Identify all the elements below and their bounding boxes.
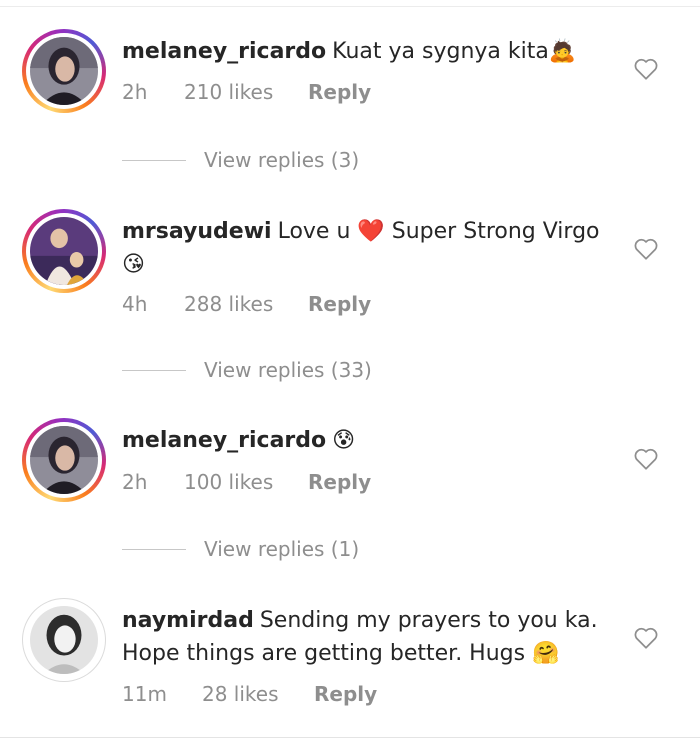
timestamp: 4h xyxy=(122,292,148,316)
comment-text: melaney_ricardo 😰 xyxy=(122,424,622,457)
view-replies-label: View replies (33) xyxy=(204,358,372,382)
heart-outline-icon[interactable] xyxy=(633,447,659,471)
bottom-divider xyxy=(0,737,700,738)
avatar-story-ring[interactable] xyxy=(22,418,106,502)
replies-divider xyxy=(122,159,186,161)
reply-button[interactable]: Reply xyxy=(308,292,371,316)
avatar-image xyxy=(30,426,98,494)
avatar-image xyxy=(30,37,98,105)
view-replies-button[interactable]: View replies (1) xyxy=(122,537,359,561)
avatar xyxy=(30,37,98,105)
comment-meta: 11m 28 likes Reply xyxy=(122,682,377,706)
comment-meta: 2h 210 likes Reply xyxy=(122,80,371,104)
avatar-image xyxy=(30,217,98,285)
avatar-story-ring[interactable] xyxy=(22,29,106,113)
replies-divider xyxy=(122,548,186,550)
comment-text: melaney_ricardo Kuat ya sygnya kita🙇 xyxy=(122,35,622,68)
avatar xyxy=(30,217,98,285)
top-divider xyxy=(0,6,700,7)
comment-meta: 2h 100 likes Reply xyxy=(122,470,371,494)
heart-outline-icon[interactable] xyxy=(633,237,659,261)
timestamp: 2h xyxy=(122,470,148,494)
timestamp: 11m xyxy=(122,682,167,706)
likes-count[interactable]: 288 likes xyxy=(184,292,308,316)
avatar xyxy=(30,606,98,674)
avatar-image xyxy=(30,606,98,674)
username[interactable]: melaney_ricardo xyxy=(122,428,326,453)
view-replies-button[interactable]: View replies (3) xyxy=(122,148,359,172)
view-replies-button[interactable]: View replies (33) xyxy=(122,358,372,382)
likes-count[interactable]: 28 likes xyxy=(202,682,314,706)
comment-text: naymirdad Sending my prayers to you ka. H… xyxy=(122,604,612,670)
avatar-story-ring[interactable] xyxy=(22,209,106,293)
reply-button[interactable]: Reply xyxy=(308,80,371,104)
timestamp: 2h xyxy=(122,80,148,104)
avatar-border[interactable] xyxy=(22,598,106,682)
username[interactable]: melaney_ricardo xyxy=(122,39,326,64)
likes-count[interactable]: 210 likes xyxy=(184,80,308,104)
comment-text: mrsayudewi Love u ❤️ Super Strong Virgo 😘 xyxy=(122,215,622,281)
username[interactable]: mrsayudewi xyxy=(122,219,272,244)
reply-button[interactable]: Reply xyxy=(314,682,377,706)
comment-body: Kuat ya sygnya kita🙇 xyxy=(332,39,577,64)
heart-outline-icon[interactable] xyxy=(633,626,659,650)
comment-body: 😰 xyxy=(332,428,356,453)
view-replies-label: View replies (3) xyxy=(204,148,360,172)
replies-divider xyxy=(122,369,186,371)
likes-count[interactable]: 100 likes xyxy=(184,470,308,494)
heart-outline-icon[interactable] xyxy=(633,57,659,81)
comment-meta: 4h 288 likes Reply xyxy=(122,292,371,316)
view-replies-label: View replies (1) xyxy=(204,537,360,561)
username[interactable]: naymirdad xyxy=(122,608,254,633)
reply-button[interactable]: Reply xyxy=(308,470,371,494)
avatar xyxy=(30,426,98,494)
